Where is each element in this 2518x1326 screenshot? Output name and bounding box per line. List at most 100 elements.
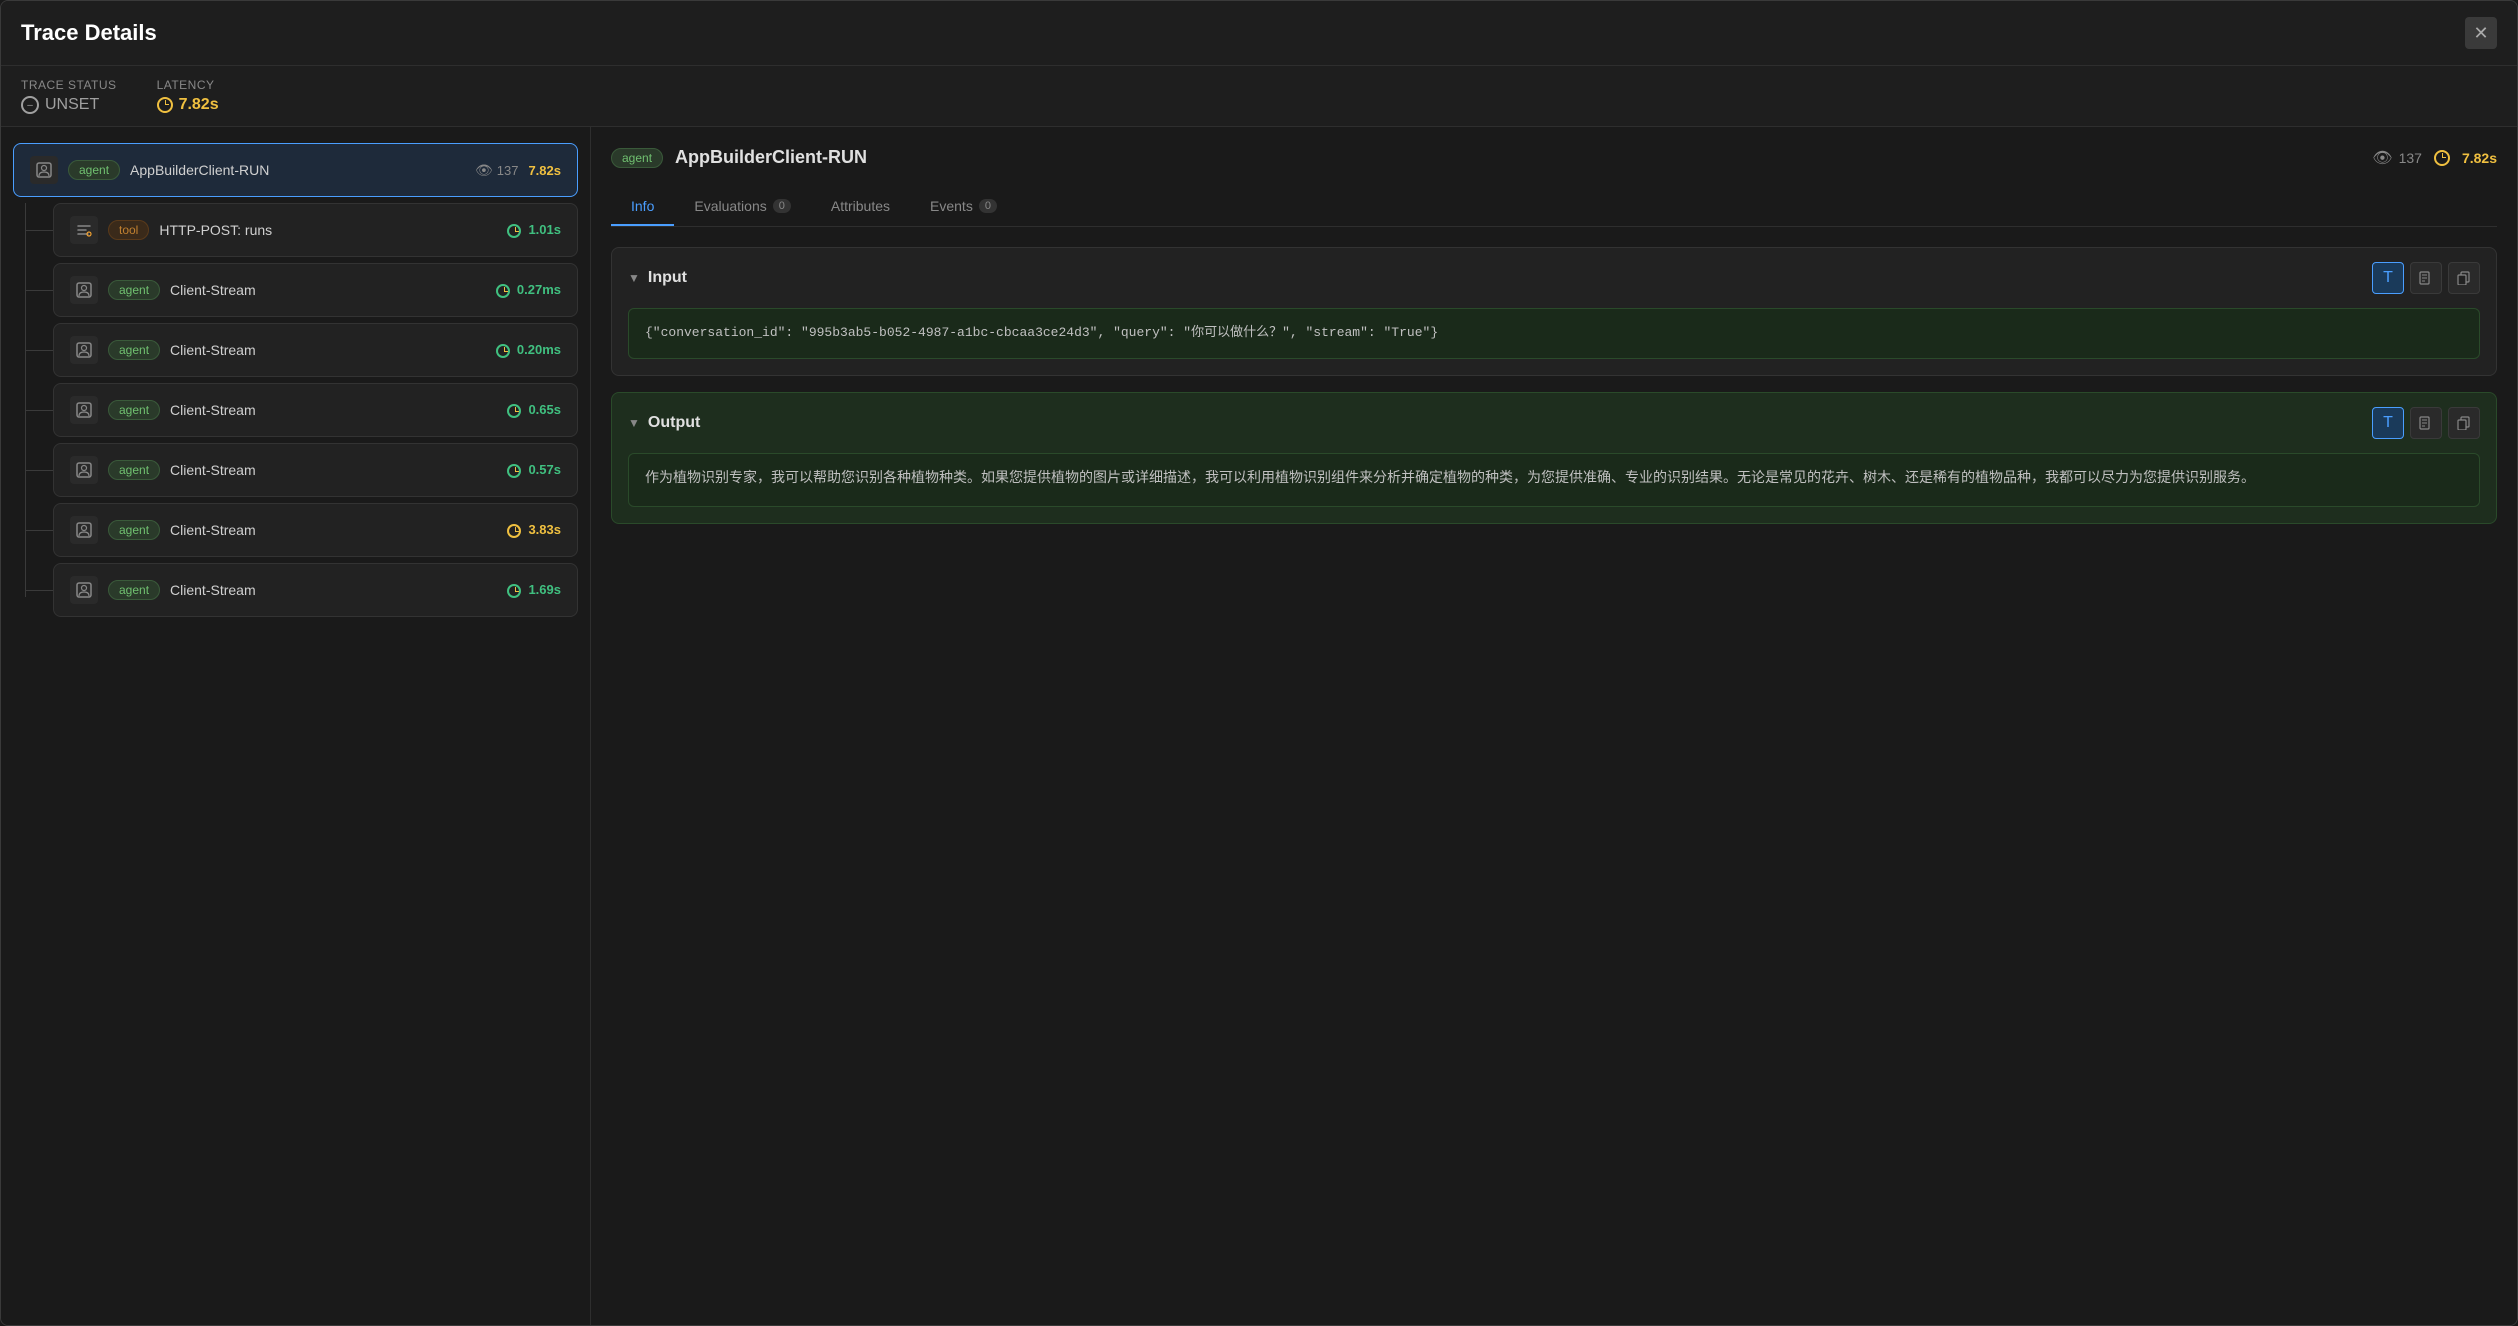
child-wrapper-2: agent Client-Stream 0.20ms — [53, 323, 578, 377]
trace-children: tool HTTP-POST: runs 1.01s — [53, 203, 578, 617]
child-node-1[interactable]: agent Client-Stream 0.27ms — [53, 263, 578, 317]
trace-status-group: Trace Status – UNSET — [21, 78, 117, 114]
eye-icon-right: 👁 — [2372, 148, 2392, 168]
output-section-header: ▼ Output T — [612, 393, 2496, 453]
child-5-icon — [70, 516, 98, 544]
input-doc-btn[interactable] — [2410, 262, 2442, 294]
input-section-actions: T — [2372, 262, 2480, 294]
root-node-icon — [30, 156, 58, 184]
left-panel: agent AppBuilderClient-RUN 👁 137 7.82s — [1, 127, 591, 1325]
output-section-content: 作为植物识别专家，我可以帮助您识别各种植物种类。如果您提供植物的图片或详细描述，… — [612, 453, 2496, 523]
input-text-btn[interactable]: T — [2372, 262, 2404, 294]
child-0-latency: 1.01s — [507, 222, 561, 238]
child-wrapper-3: agent Client-Stream 0.65s — [53, 383, 578, 437]
child-5-name: Client-Stream — [170, 522, 497, 538]
output-section: ▼ Output T — [611, 392, 2497, 524]
detail-count: 137 — [2399, 150, 2422, 166]
content-area: agent AppBuilderClient-RUN 👁 137 7.82s — [1, 127, 2517, 1325]
detail-latency-value: 7.82s — [2462, 150, 2497, 166]
modal-title: Trace Details — [21, 20, 157, 46]
root-node-latency: 7.82s — [528, 163, 561, 178]
trace-details-modal: Trace Details ✕ Trace Status – UNSET Lat… — [0, 0, 2518, 1326]
trace-status-label: Trace Status — [21, 78, 117, 92]
child-1-tag: agent — [108, 280, 160, 300]
child-2-name: Client-Stream — [170, 342, 486, 358]
right-panel: agent AppBuilderClient-RUN 👁 137 7.82s I… — [591, 127, 2517, 1325]
root-node-count: 👁 137 — [475, 162, 518, 179]
output-section-title: ▼ Output — [628, 414, 700, 432]
child-3-name: Client-Stream — [170, 402, 497, 418]
detail-header: agent AppBuilderClient-RUN 👁 137 7.82s — [611, 147, 2497, 168]
child-2-icon — [70, 336, 98, 364]
unset-icon: – — [21, 96, 39, 114]
child-6-tag: agent — [108, 580, 160, 600]
child-wrapper-1: agent Client-Stream 0.27ms — [53, 263, 578, 317]
child-3-tag: agent — [108, 400, 160, 420]
child-5-tag: agent — [108, 520, 160, 540]
child-6-icon — [70, 576, 98, 604]
root-node[interactable]: agent AppBuilderClient-RUN 👁 137 7.82s — [13, 143, 578, 197]
child-2-latency: 0.20ms — [496, 342, 561, 358]
detail-clock-icon — [2434, 150, 2450, 166]
child-wrapper-5: agent Client-Stream 3.83s — [53, 503, 578, 557]
input-copy-btn[interactable] — [2448, 262, 2480, 294]
tab-evaluations[interactable]: Evaluations 0 — [674, 188, 811, 226]
input-chevron-icon: ▼ — [628, 271, 640, 285]
child-node-4[interactable]: agent Client-Stream 0.57s — [53, 443, 578, 497]
eye-icon: 👁 — [475, 162, 493, 179]
child-0-icon — [70, 216, 98, 244]
child-1-latency: 0.27ms — [496, 282, 561, 298]
close-button[interactable]: ✕ — [2465, 17, 2497, 49]
status-unset-text: UNSET — [45, 96, 99, 114]
child-node-3[interactable]: agent Client-Stream 0.65s — [53, 383, 578, 437]
input-section: ▼ Input T — [611, 247, 2497, 376]
trace-status-value: – UNSET — [21, 96, 117, 114]
child-0-tag: tool — [108, 220, 149, 240]
child-6-name: Client-Stream — [170, 582, 497, 598]
evaluations-badge: 0 — [773, 199, 791, 213]
output-content-box: 作为植物识别专家，我可以帮助您识别各种植物种类。如果您提供植物的图片或详细描述，… — [628, 453, 2480, 507]
child-1-icon — [70, 276, 98, 304]
output-text-btn[interactable]: T — [2372, 407, 2404, 439]
output-doc-btn[interactable] — [2410, 407, 2442, 439]
child-4-tag: agent — [108, 460, 160, 480]
child-6-latency: 1.69s — [507, 582, 561, 598]
child-wrapper-0: tool HTTP-POST: runs 1.01s — [53, 203, 578, 257]
child-2-tag: agent — [108, 340, 160, 360]
child-1-name: Client-Stream — [170, 282, 486, 298]
tab-attributes[interactable]: Attributes — [811, 188, 910, 226]
latency-label: Latency — [157, 78, 219, 92]
child-5-latency: 3.83s — [507, 522, 561, 538]
latency-number: 7.82s — [179, 96, 219, 114]
events-badge: 0 — [979, 199, 997, 213]
modal-header: Trace Details ✕ — [1, 1, 2517, 66]
child-wrapper-6: agent Client-Stream 1.69s — [53, 563, 578, 617]
output-text: 作为植物识别专家，我可以帮助您识别各种植物种类。如果您提供植物的图片或详细描述，… — [645, 471, 2255, 487]
input-section-title: ▼ Input — [628, 269, 687, 287]
output-chevron-icon: ▼ — [628, 416, 640, 430]
root-node-name: AppBuilderClient-RUN — [130, 162, 465, 178]
tab-events[interactable]: Events 0 — [910, 188, 1017, 226]
child-0-name: HTTP-POST: runs — [159, 222, 497, 238]
status-bar: Trace Status – UNSET Latency 7.82s — [1, 66, 2517, 127]
trace-root: agent AppBuilderClient-RUN 👁 137 7.82s — [13, 143, 578, 617]
input-section-header: ▼ Input T — [612, 248, 2496, 308]
input-content-box: {"conversation_id": "995b3ab5-b052-4987-… — [628, 308, 2480, 359]
latency-group: Latency 7.82s — [157, 78, 219, 114]
child-4-latency: 0.57s — [507, 462, 561, 478]
root-node-tag: agent — [68, 160, 120, 180]
child-node-2[interactable]: agent Client-Stream 0.20ms — [53, 323, 578, 377]
input-text: {"conversation_id": "995b3ab5-b052-4987-… — [645, 325, 1438, 340]
child-4-name: Client-Stream — [170, 462, 497, 478]
trace-tree: agent AppBuilderClient-RUN 👁 137 7.82s — [1, 143, 590, 617]
child-node-6[interactable]: agent Client-Stream 1.69s — [53, 563, 578, 617]
child-3-latency: 0.65s — [507, 402, 561, 418]
clock-icon — [157, 97, 173, 113]
tab-info[interactable]: Info — [611, 188, 674, 226]
child-node-0[interactable]: tool HTTP-POST: runs 1.01s — [53, 203, 578, 257]
output-copy-btn[interactable] — [2448, 407, 2480, 439]
detail-latency: 7.82s — [2434, 150, 2497, 166]
latency-value: 7.82s — [157, 96, 219, 114]
child-node-5[interactable]: agent Client-Stream 3.83s — [53, 503, 578, 557]
child-wrapper-4: agent Client-Stream 0.57s — [53, 443, 578, 497]
